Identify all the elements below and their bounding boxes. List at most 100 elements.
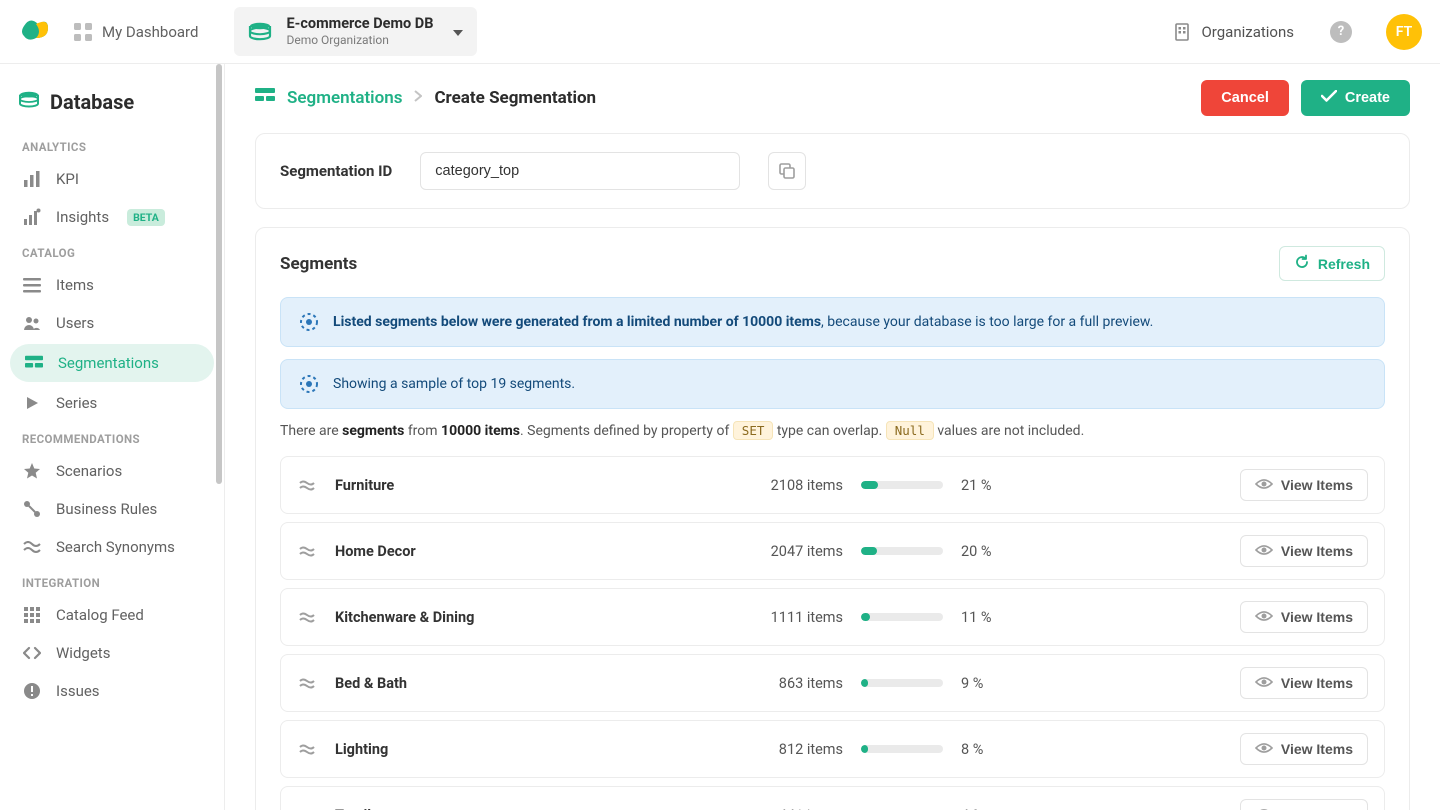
sidebar-item-label: Search Synonyms [56,538,175,556]
segment-percent: 8 % [961,741,1021,758]
approx-icon [297,545,317,557]
sidebar-item-issues[interactable]: Issues [0,672,224,710]
insights-icon [22,208,42,226]
sidebar-item-label: Issues [56,682,100,700]
segment-row: Lighting812 items8 %View Items [280,720,1385,778]
segment-row: Furniture2108 items21 %View Items [280,456,1385,514]
users-icon [22,314,42,332]
info-icon [299,312,319,332]
segment-name: Furniture [335,477,705,494]
sidebar-item-label: Series [56,394,97,412]
organizations-link[interactable]: Organizations [1173,23,1294,41]
help-button[interactable]: ? [1330,21,1352,43]
sidebar-item-label: KPI [56,170,79,188]
segment-count: 1111 items [723,609,843,626]
sidebar-heading: CATALOG [0,236,224,266]
segment-count: 441 items [723,807,843,810]
info-icon [299,374,319,394]
sidebar-item-label: Scenarios [56,462,122,480]
sidebar-item-label: Items [56,276,94,294]
sidebar-item-label: Insights [56,208,109,226]
dashboard-icon [74,23,92,41]
database-icon [18,91,40,113]
star-icon [22,462,42,480]
segmentations-icon [24,355,44,371]
my-dashboard-link[interactable]: My Dashboard [74,23,198,41]
synonyms-icon [22,541,42,553]
approx-icon [297,611,317,623]
sidebar: Database ANALYTICSKPIInsightsBETACATALOG… [0,64,225,810]
segment-name: Kitchenware & Dining [335,609,705,626]
sidebar-title: Database [0,82,224,130]
topbar: My Dashboard E-commerce Demo DB Demo Org… [0,0,1440,64]
copy-icon [779,163,795,179]
dashboard-label: My Dashboard [102,23,198,41]
sidebar-item-series[interactable]: Series [0,384,224,422]
sidebar-scrollbar[interactable] [214,64,224,810]
create-button[interactable]: Create [1301,80,1410,116]
sidebar-item-insights[interactable]: Insights BETA [0,198,224,236]
breadcrumb-bar: Segmentations Create Segmentation Cancel… [225,64,1440,133]
segment-row: Kitchenware & Dining 1111 items 11 % View I… [280,588,1385,646]
database-icon [246,18,274,46]
segment-row: Textiles441 items4 %View Items [280,786,1385,810]
segment-bar [861,613,943,621]
segmentation-id-label: Segmentation ID [280,162,392,180]
organizations-label: Organizations [1201,23,1294,41]
eye-icon [1255,609,1273,625]
sidebar-item-catalog-feed[interactable]: Catalog Feed [0,596,224,634]
view-items-button[interactable]: View Items [1240,733,1368,765]
user-avatar[interactable]: FT [1386,14,1422,50]
refresh-button[interactable]: Refresh [1279,246,1385,281]
sidebar-item-kpi[interactable]: KPI [0,160,224,198]
sidebar-item-segmentations[interactable]: Segmentations [10,344,214,382]
sidebar-item-search-synonyms[interactable]: Search Synonyms [0,528,224,566]
segment-name: Lighting [335,741,705,758]
grid-icon [22,607,42,623]
sidebar-item-items[interactable]: Items [0,266,224,304]
segment-bar [861,481,943,489]
segment-bar [861,679,943,687]
sidebar-item-users[interactable]: Users [0,304,224,342]
segment-percent: 20 % [961,543,1021,560]
segments-panel: Segments Refresh Listed segments below w… [255,227,1410,810]
sidebar-item-widgets[interactable]: Widgets [0,634,224,672]
view-items-button[interactable]: View Items [1240,601,1368,633]
view-items-button[interactable]: View Items [1240,799,1368,810]
database-switcher[interactable]: E-commerce Demo DB Demo Organization [234,7,477,56]
breadcrumb-parent[interactable]: Segmentations [287,88,402,108]
sidebar-item-label: Widgets [56,644,110,662]
segment-bar [861,547,943,555]
segment-percent: 21 % [961,477,1021,494]
beta-badge: BETA [127,209,165,226]
view-items-button[interactable]: View Items [1240,469,1368,501]
code-icon [22,646,42,660]
segment-percent: 11 % [961,609,1021,626]
sidebar-item-scenarios[interactable]: Scenarios [0,452,224,490]
cancel-button[interactable]: Cancel [1201,80,1289,116]
segment-row: Home Decor2047 items20 %View Items [280,522,1385,580]
segment-bar [861,745,943,753]
app-logo[interactable] [18,16,50,48]
sidebar-item-label: Users [56,314,94,332]
list-icon [22,276,42,294]
segment-name: Bed & Bath [335,675,705,692]
view-items-button[interactable]: View Items [1240,667,1368,699]
sidebar-item-business-rules[interactable]: Business Rules [0,490,224,528]
segment-row: Bed & Bath863 items9 %View Items [280,654,1385,712]
info-banner-limited: Listed segments below were generated fro… [280,297,1385,347]
breadcrumb-current: Create Segmentation [434,88,596,108]
eye-icon [1255,543,1273,559]
segment-name: Home Decor [335,543,705,560]
db-org: Demo Organization [286,33,433,48]
segment-percent: 9 % [961,675,1021,692]
alert-icon [22,682,42,700]
segments-meta: There are segments from 10000 items. Seg… [280,421,1385,440]
info-banner-sample: Showing a sample of top 19 segments. [280,359,1385,409]
sidebar-item-label: Segmentations [58,354,159,372]
copy-button[interactable] [768,152,806,190]
view-items-button[interactable]: View Items [1240,535,1368,567]
segmentation-id-input[interactable] [420,152,740,190]
caret-down-icon [453,24,463,40]
sidebar-heading: INTEGRATION [0,566,224,596]
